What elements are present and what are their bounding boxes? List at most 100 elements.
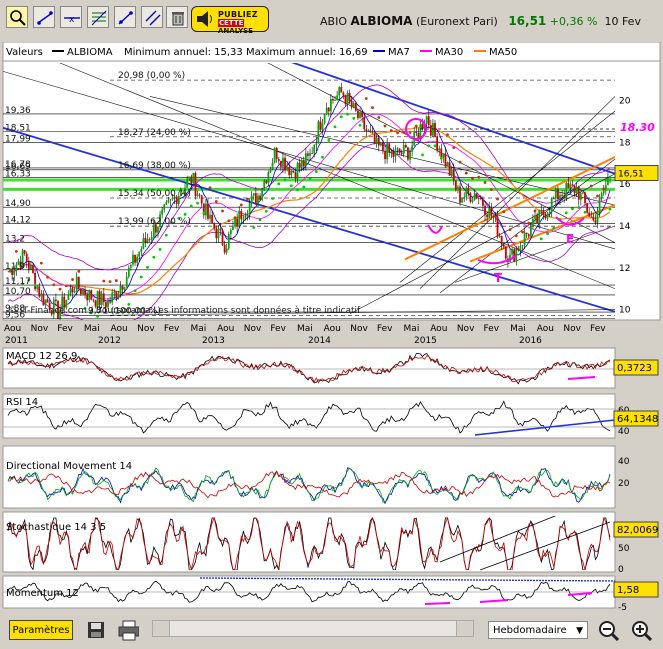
trash-button[interactable] — [166, 6, 188, 28]
fib-label-2: 16,69 (38,00 %) — [118, 161, 191, 171]
candle-body — [82, 289, 84, 295]
sar-dot — [202, 211, 206, 215]
sar-dot — [402, 130, 406, 134]
left-level-label-7: 14,12 — [5, 215, 31, 225]
candle-body — [492, 215, 495, 218]
parameters-button[interactable]: Paramètres — [9, 620, 73, 640]
zoom-tool-button[interactable] — [6, 6, 28, 28]
candle-body — [579, 192, 582, 200]
candle-body — [100, 293, 103, 305]
candle-body — [363, 116, 366, 130]
left-level-label-11: 10,70 — [5, 287, 31, 297]
candle-body — [27, 261, 30, 270]
sar-dot — [327, 139, 331, 142]
legend-ma7: MA7 — [388, 47, 410, 58]
dm-panel — [2, 445, 616, 509]
candle-body — [123, 287, 126, 290]
indicator-tick-3-0: 50 — [618, 544, 630, 554]
candle-body — [34, 272, 36, 290]
candle-body — [229, 230, 232, 235]
scroll-left-arrow[interactable] — [153, 621, 170, 636]
candle-body — [150, 236, 153, 240]
chart-window: x PUBLIEZ CETTE ANALYSE ABIO ALBIOMA (Eu… — [0, 0, 663, 649]
candle-body — [90, 290, 93, 300]
x-tick-20: Aou — [537, 324, 554, 334]
sar-dot — [271, 197, 274, 200]
candle-body — [427, 116, 430, 126]
candle-body — [254, 193, 257, 205]
candle-body — [204, 203, 207, 216]
candle-body — [252, 193, 255, 196]
sar-dot — [283, 178, 287, 181]
candle-body — [540, 209, 543, 211]
print-icon[interactable] — [117, 619, 139, 641]
line-draw-button[interactable] — [33, 6, 55, 28]
candle-body — [559, 195, 561, 200]
candle-body — [163, 204, 166, 210]
candle-body — [257, 195, 259, 205]
sar-dot — [571, 207, 574, 211]
time-scrollbar[interactable] — [152, 620, 474, 637]
sar-dot — [508, 228, 512, 232]
x-tick-4: Aou — [111, 324, 128, 334]
candle-body — [290, 170, 293, 176]
sar-dot — [58, 287, 62, 291]
sar-dot — [33, 283, 37, 287]
scroll-right-arrow[interactable] — [456, 621, 473, 636]
candle-body — [302, 160, 305, 167]
x-tick-22: Fev — [590, 324, 606, 334]
candle-body — [246, 214, 249, 216]
candle-body — [146, 239, 149, 243]
sar-dot — [496, 197, 499, 201]
x-tick-21: Nov — [563, 324, 581, 334]
annotation-t: T — [494, 271, 503, 285]
sar-dot — [502, 210, 506, 214]
horizontal-line-button[interactable]: x — [60, 6, 82, 28]
candle-body — [227, 234, 230, 249]
candle-body — [198, 194, 201, 196]
candle-body — [498, 236, 501, 237]
candle-body — [232, 226, 234, 231]
candle-body — [190, 176, 193, 184]
candle-body — [196, 194, 199, 197]
candle-body — [469, 193, 472, 202]
channel-button[interactable] — [114, 6, 136, 28]
sar-dot — [414, 124, 418, 128]
sar-dot — [146, 265, 149, 269]
indicator-title-2: Directional Movement 14 — [6, 461, 132, 472]
candle-body — [400, 153, 403, 154]
fib-label-4: 13,99 (62,00 %) — [118, 217, 191, 227]
save-icon[interactable] — [85, 619, 107, 641]
publish-analysis-button[interactable]: PUBLIEZ CETTE ANALYSE — [191, 6, 269, 35]
channel-icon — [118, 11, 133, 25]
candle-body — [404, 144, 407, 148]
sar-dot — [102, 279, 106, 283]
chart-area[interactable]: Valeurs ALBIOMA Minimum annuel: 15,33 Ma… — [0, 42, 663, 614]
chevron-down-icon: ▼ — [576, 626, 583, 636]
candle-body — [488, 207, 491, 218]
candle-body — [207, 203, 209, 219]
year-label-2015: 2015 — [414, 336, 437, 346]
candle-body — [586, 203, 588, 213]
candle-body — [244, 215, 247, 219]
candle-body — [161, 209, 164, 215]
candle-body — [577, 186, 580, 200]
fibonacci-button[interactable] — [87, 6, 109, 28]
sar-dot — [577, 206, 581, 209]
candle-body — [504, 246, 507, 259]
x-tick-18: Fev — [483, 324, 499, 334]
sar-dot — [314, 170, 318, 174]
period-select[interactable]: Hebdomadaire ▼ — [488, 621, 588, 639]
indicator-tick-4-1: -5 — [618, 603, 627, 613]
candle-body — [448, 162, 451, 176]
sar-dot — [489, 188, 493, 191]
left-level-label-8: 13,2 — [5, 235, 25, 245]
zoom-in-icon[interactable] — [630, 619, 652, 641]
zoom-out-icon[interactable] — [597, 619, 619, 641]
parallel-button[interactable] — [141, 6, 163, 28]
sar-dot — [389, 129, 393, 132]
x-tick-11: Mai — [297, 324, 313, 334]
candle-body — [138, 251, 141, 257]
candle-body — [452, 169, 455, 181]
sar-dot — [364, 97, 368, 100]
